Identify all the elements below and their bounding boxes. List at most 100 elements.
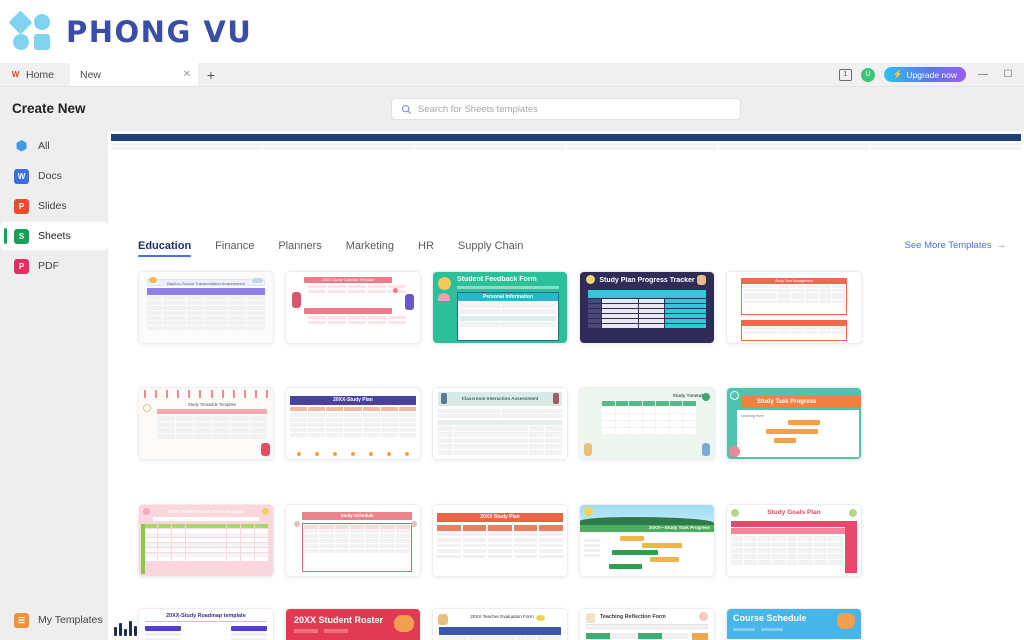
template-thumbnail: Study Plan Progress Tracker — [579, 271, 715, 344]
see-more-label: See More Templates — [904, 240, 992, 251]
upgrade-label: Upgrade now — [906, 69, 957, 80]
marketing-thumbnail — [108, 131, 1024, 640]
thumb-title: Study Timetable Template — [187, 402, 237, 408]
sidebar-item-label: Sheets — [38, 230, 71, 242]
template-thumbnail: 20XX—Study Task Progress — [579, 503, 715, 577]
minimize-button[interactable]: — — [975, 69, 991, 80]
thumb-title: Study Timetable — [672, 393, 708, 399]
maximize-button[interactable]: ☐ — [1000, 69, 1016, 80]
sidebar-item-docs[interactable]: W Docs — [0, 162, 108, 190]
tab-new[interactable]: New ✕ — [70, 63, 198, 86]
sidebar-item-my-templates[interactable]: ☰ My Templates — [0, 600, 108, 640]
titlebar-actions: 1 U ⚡ Upgrade now — ☐ — [838, 63, 1024, 86]
quick-create-marketing[interactable]: Marketing — [108, 131, 1024, 640]
sidebar-item-label: Docs — [38, 170, 62, 182]
template-thumbnail: Study Timetable — [579, 387, 715, 461]
search-placeholder: Search for Sheets templates — [418, 103, 538, 115]
template-card[interactable]: Teaching Reflection Form — [579, 607, 715, 640]
sheets-s-icon: S — [14, 228, 29, 244]
thumb-title: Study Schedule — [302, 511, 412, 520]
upgrade-now-button[interactable]: ⚡ Upgrade now — [883, 67, 966, 82]
thumb-title: Study Plan Progress Tracker — [599, 277, 695, 284]
thumb-title: Classroom Interaction Assessment — [438, 392, 562, 407]
template-thumbnail: Course Schedule — [726, 607, 862, 640]
template-thumbnail: 20XX Student Roster — [285, 607, 421, 640]
close-icon[interactable]: ✕ — [183, 69, 191, 80]
sidebar-item-sheets[interactable]: S Sheets — [0, 222, 108, 250]
see-more-templates-link[interactable]: See More Templates → — [905, 240, 1006, 251]
tab-marketing[interactable]: Marketing — [346, 240, 394, 257]
slides-p-icon: P — [14, 198, 29, 214]
phong-vu-logo-icon — [8, 9, 56, 51]
all-hexagon-icon: ⬢ — [15, 138, 28, 153]
thumb-title: 20XX-Study Roadmap template — [166, 612, 246, 619]
thumb-title: Teaching Reflection Form — [600, 613, 666, 620]
template-card[interactable]: Course Schedule — [726, 607, 862, 640]
tab-planners[interactable]: Planners — [278, 240, 321, 257]
docs-w-icon: W — [14, 168, 29, 184]
category-tabs: Education Finance Planners Marketing HR … — [108, 220, 1024, 257]
template-thumbnail: Classroom Interaction Assessment — [432, 387, 568, 461]
app-shell: Create New ⬢ All W Docs P Slides S Sheet… — [0, 87, 1024, 640]
sidebar-item-label: Slides — [38, 200, 67, 212]
thumb-title: 20XX Student Roster — [294, 614, 384, 625]
tab-supply-chain[interactable]: Supply Chain — [458, 240, 523, 257]
template-thumbnail: 20XX Teacher Evaluation Form — [432, 607, 568, 640]
avatar-initial: U — [865, 71, 871, 78]
template-thumbnail: Study Goals Plan — [726, 503, 862, 577]
thumb-title: 20XX Course Calendar Template — [304, 277, 392, 283]
thumb-title: Course Schedule — [733, 612, 807, 623]
brand-name: PHONG VU — [66, 14, 253, 49]
thumb-title: 20XX-Study Plan — [290, 396, 416, 406]
template-thumbnail: 20XX Course Calendar Template — [285, 271, 421, 344]
brand-bar: PHONG VU — [0, 0, 1024, 63]
sidebar-item-slides[interactable]: P Slides — [0, 192, 108, 220]
thumb-title: 20XX Teacher Evaluation Form — [470, 613, 534, 619]
thumb-title: Study Task Progress — [741, 396, 861, 409]
tab-hr[interactable]: HR — [418, 240, 434, 257]
template-thumbnail: Student Feedback Form Personal Informati… — [432, 271, 568, 344]
quick-create-row: + Blank Education — [108, 131, 1024, 640]
template-thumbnail: 20XX Student Exam Score Analysis — [138, 503, 274, 577]
thumb-title: Student Feedback Form — [457, 276, 537, 283]
search-input[interactable]: Search for Sheets templates — [391, 98, 741, 120]
pdf-p-icon: P — [14, 258, 29, 274]
thumb-title: Study Time Management — [742, 279, 846, 284]
search-row: Search for Sheets templates — [108, 87, 1024, 131]
content-panel: + Blank Education — [108, 131, 1024, 640]
avatar[interactable]: U — [860, 67, 875, 82]
sidebar-item-label: PDF — [38, 260, 59, 272]
template-thumbnail: Teaching Reflection Form — [579, 607, 715, 640]
browser-tab-strip: W Home New ✕ + 1 U ⚡ Upgrade now — ☐ — [0, 63, 1024, 87]
template-thumbnail: 20XX-Study Roadmap template — [138, 607, 274, 640]
template-thumbnail: Study Time Management — [726, 271, 862, 344]
thumb-title: Study Goals Plan — [767, 508, 821, 516]
my-templates-label: My Templates — [38, 614, 103, 626]
sidebar-nav: ⬢ All W Docs P Slides S Sheets P PDF — [0, 132, 108, 282]
tab-finance[interactable]: Finance — [215, 240, 254, 257]
sidebar-item-pdf[interactable]: P PDF — [0, 252, 108, 280]
sidebar: Create New ⬢ All W Docs P Slides S Sheet… — [0, 87, 108, 640]
lightning-icon: ⚡ — [892, 69, 904, 79]
sidebar-item-label: All — [38, 140, 50, 152]
template-thumbnail: Study Task Progress Learning level — [726, 387, 862, 461]
tab-education[interactable]: Education — [138, 240, 192, 257]
thumb-title: Back-to-School Transportation Arrangemen… — [147, 279, 265, 286]
search-icon — [401, 104, 411, 114]
page-title: Create New — [12, 101, 86, 116]
template-card[interactable]: 20XX-Study Roadmap template — [138, 607, 274, 640]
tab-home-label: Home — [26, 68, 55, 81]
notification-count: 1 — [843, 71, 848, 78]
sidebar-item-all[interactable]: ⬢ All — [0, 132, 108, 160]
tab-new-label: New — [80, 68, 102, 81]
thumb-title: 20XX—Study Task Progress — [648, 524, 710, 530]
template-card[interactable]: 20XX Teacher Evaluation Form — [432, 607, 568, 640]
new-tab-button[interactable]: + — [198, 63, 224, 86]
template-thumbnail: 20XX-Study Plan — [285, 387, 421, 461]
notification-icon[interactable]: 1 — [838, 68, 852, 81]
template-card[interactable]: 20XX Student Roster — [285, 607, 421, 640]
tab-home[interactable]: W Home — [0, 63, 70, 86]
template-thumbnail: Study Schedule — [285, 503, 421, 577]
template-thumbnail: Study Timetable Template — [138, 387, 274, 461]
thumb-title: 20XX Student Exam Score Analysis — [167, 508, 245, 514]
